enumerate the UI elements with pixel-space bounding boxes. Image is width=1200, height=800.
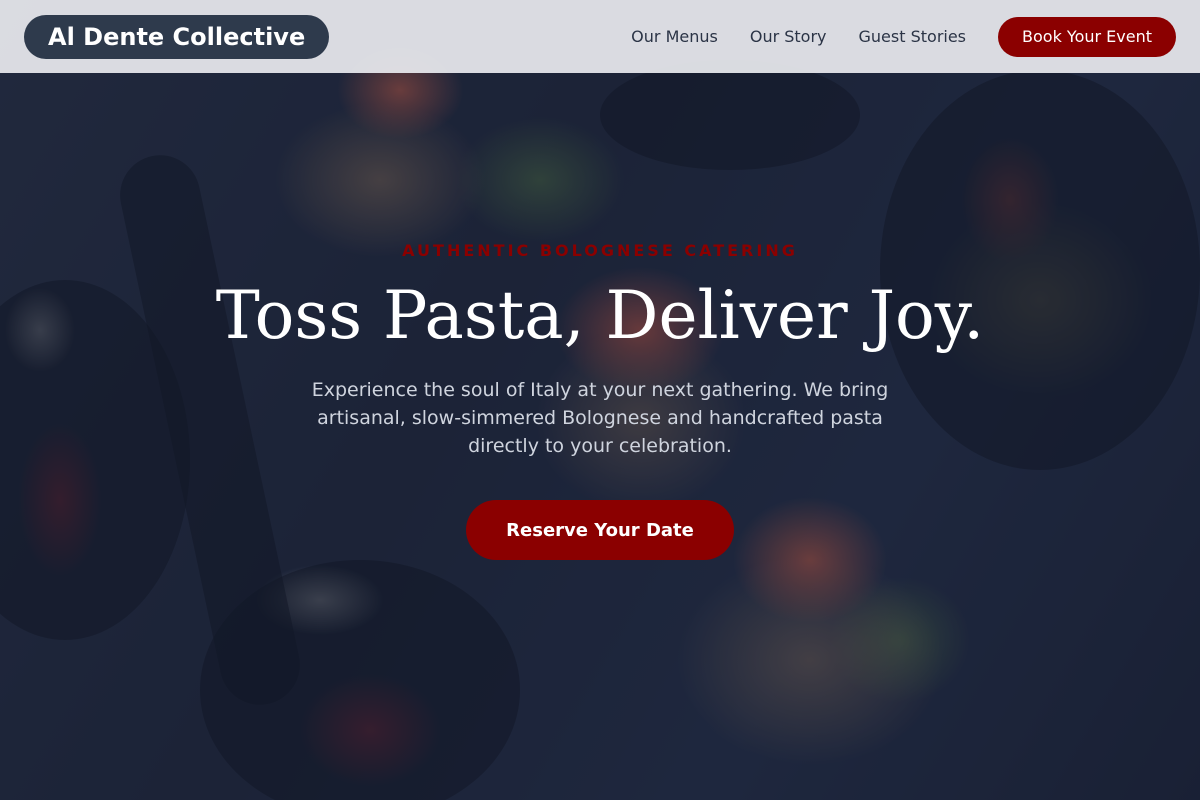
hero-subtext: Experience the soul of Italy at your nex… xyxy=(311,379,889,457)
reserve-date-button[interactable]: Reserve Your Date xyxy=(466,500,734,560)
nav-links: Our Menus Our Story Guest Stories Book Y… xyxy=(599,16,1176,57)
nav-link-our-story[interactable]: Our Story xyxy=(750,27,827,46)
top-navigation: Al Dente Collective Our Menus Our Story … xyxy=(0,0,1200,73)
hero-headline: Toss Pasta, Deliver Joy. xyxy=(215,277,985,354)
nav-link-guest-stories[interactable]: Guest Stories xyxy=(859,27,967,46)
nav-link-our-menus[interactable]: Our Menus xyxy=(631,27,718,46)
brand-logo[interactable]: Al Dente Collective xyxy=(24,14,330,59)
book-event-button[interactable]: Book Your Event xyxy=(998,16,1176,57)
hero-eyebrow: AUTHENTIC BOLOGNESE CATERING xyxy=(402,241,798,260)
